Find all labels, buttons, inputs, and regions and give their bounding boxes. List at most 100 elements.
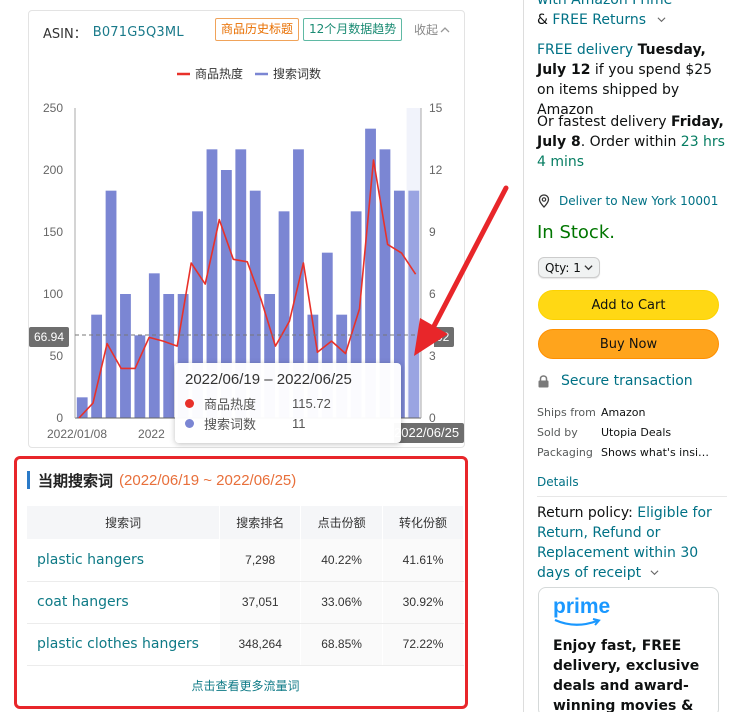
y-left-tick-label: 100 [43,287,63,301]
click-share-cell: 40.22% [300,539,384,582]
y-left-tick-label: 50 [50,349,64,363]
location-pin-icon [538,194,550,208]
y-right-tick-label: 0 [429,411,436,425]
divider [537,496,727,497]
prime-returns-text: with Amazon Prime & FREE Returns [537,0,737,30]
table-header-row: 搜索词 搜索排名 点击份额 转化份额 [27,506,464,539]
rank-cell: 7,298 [219,539,302,582]
terms-date-range: (2022/06/19 ~ 2022/06/25) [119,471,297,489]
secure-transaction-text: Secure transaction [561,373,693,389]
y-right-tick-label: 9 [429,225,436,239]
info-key: Sold by [537,426,578,439]
current-search-terms-box: 当期搜索词 (2022/06/19 ~ 2022/06/25) 搜索词 搜索排名… [14,456,468,709]
quantity-value: Qty: 1 [545,260,581,275]
quantity-select[interactable]: Qty: 1 [538,257,600,278]
chevron-down-icon[interactable] [657,15,666,24]
y-right-tick-label: 12 [429,163,443,177]
bar [148,273,160,418]
history-title-tag[interactable]: 商品历史标题 [215,18,300,41]
x-tick-label: 2022/01/08 [47,427,107,441]
ships-from-row: Ships from Amazon [537,406,727,419]
deliver-to-link[interactable]: Deliver to New York 10001 [537,194,718,208]
more-traffic-terms-link[interactable]: 点击查看更多流量词 [27,677,464,694]
keyword-link[interactable]: plastic hangers [27,539,221,582]
tooltip-row-terms: 搜索词数 11 [185,413,391,433]
asin-value[interactable]: B071G5Q3ML [93,25,184,40]
legend-terms-label: 搜索词数 [273,66,321,81]
tooltip-row-value: 115.72 [292,395,331,411]
table-row: plastic hangers 7,298 40.22% 41.61% [27,539,464,582]
bar [408,190,420,418]
header-accent-bar [27,471,30,489]
chevron-down-icon [584,265,593,271]
tooltip-row-value: 11 [292,415,306,431]
axis-pointer-left-value: 66.94 [29,327,70,347]
secure-transaction-link[interactable]: Secure transaction [538,373,693,389]
y-left-tick-label: 250 [43,101,63,115]
terms-header: 当期搜索词 (2022/06/19 ~ 2022/06/25) [27,469,296,491]
chevron-up-icon [440,26,450,32]
bar [105,190,117,418]
prime-promo-card[interactable]: prime Enjoy fast, FREE delivery, exclusi… [538,587,719,712]
rank-cell: 37,051 [219,581,302,624]
asin-label: ASIN： [43,26,87,42]
asin-row: ASIN： B071G5Q3ML [43,21,184,43]
fastest-mid: . Order within [580,134,681,150]
stock-status: In Stock. [537,222,615,243]
free-delivery-link[interactable]: FREE delivery [537,42,633,58]
conversion-share-cell: 41.61% [382,539,464,582]
heat-dot-icon [185,398,194,408]
bar [163,294,175,418]
info-key: Packaging [537,446,593,459]
fastest-prefix: Or fastest delivery [537,114,672,130]
trend-12-month-tag[interactable]: 12个月数据趋势 [303,18,403,41]
y-right-tick-label: 15 [429,101,443,115]
table-row: coat hangers 37,051 33.06% 30.92% [27,581,464,624]
info-value[interactable]: Shows what's insi… [601,446,719,459]
packaging-row: Packaging Shows what's insi… [537,446,727,459]
chart-tooltip: 2022/06/19 – 2022/06/25 商品热度 115.72 搜索词数… [175,363,401,443]
click-share-cell: 68.85% [300,623,384,666]
collapse-button[interactable]: 收起 [414,21,450,38]
terms-dot-icon [185,418,194,428]
y-left-tick-label: 150 [43,225,63,239]
y-right-tick-label: 3 [429,349,436,363]
col-header-click-share[interactable]: 点击份额 [300,506,384,539]
col-header-keyword[interactable]: 搜索词 [27,506,221,539]
details-link[interactable]: Details [537,475,579,489]
conversion-share-cell: 30.92% [382,581,464,624]
y-left-tick-label: 0 [56,411,63,425]
y-right-tick-label: 6 [429,287,436,301]
prime-link[interactable]: with Amazon Prime [537,0,672,8]
tooltip-row-name: 商品热度 [204,397,257,413]
free-returns-link[interactable]: FREE Returns [552,12,646,28]
col-header-rank[interactable]: 搜索排名 [219,506,302,539]
sold-by-row: Sold by Utopia Deals [537,426,727,439]
buy-box: with Amazon Prime & FREE Returns FREE de… [523,0,751,712]
prime-smile-icon [554,618,601,626]
chevron-down-icon[interactable] [650,568,659,577]
info-value: Amazon [601,406,646,419]
return-policy: Return policy: Eligible for Return, Refu… [537,503,732,583]
add-to-cart-button[interactable]: Add to Cart [538,290,719,320]
fastest-delivery-message: Or fastest delivery Friday, July 8. Orde… [537,112,727,172]
prime-logo: prime [553,596,704,628]
conversion-share-cell: 72.22% [382,623,464,666]
y-left-tick-label: 200 [43,163,63,177]
buy-now-button[interactable]: Buy Now [538,329,719,359]
collapse-label: 收起 [414,23,439,37]
table-row: plastic clothes hangers 348,264 68.85% 7… [27,623,464,666]
click-share-cell: 33.06% [300,581,384,624]
rank-cell: 348,264 [219,623,302,666]
search-terms-table: 搜索词 搜索排名 点击份额 转化份额 plastic hangers 7,298… [27,506,464,666]
keyword-link[interactable]: coat hangers [27,581,221,624]
free-delivery-message: FREE delivery Tuesday, July 12 if you sp… [537,40,727,120]
info-key: Ships from [537,406,596,419]
keyword-link[interactable]: plastic clothes hangers [27,623,221,666]
prime-logo-text: prime [553,595,611,618]
bar [120,294,131,418]
deliver-to-text: Deliver to New York 10001 [559,194,719,208]
seller-link[interactable]: Utopia Deals [601,426,719,439]
col-header-conversion-share[interactable]: 转化份额 [382,506,464,539]
lock-icon [538,374,549,387]
